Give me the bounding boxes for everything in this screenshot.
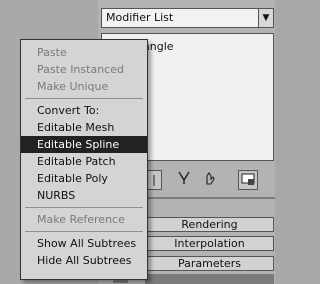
menu-item-make-reference: Make Reference xyxy=(37,213,125,226)
menu-heading-convert-to: Convert To: xyxy=(37,104,100,117)
rollout-rendering[interactable]: Rendering xyxy=(145,217,274,232)
menu-item-make-unique: Make Unique xyxy=(37,80,109,93)
menu-separator xyxy=(25,231,143,232)
configure-icon[interactable] xyxy=(238,170,258,190)
modifier-list-label: Modifier List xyxy=(106,11,174,24)
menu-item-hide-all-subtrees[interactable]: Hide All Subtrees xyxy=(21,252,147,269)
chevron-down-icon[interactable]: ▼ xyxy=(258,8,274,28)
menu-item-show-all-subtrees[interactable]: Show All Subtrees xyxy=(21,235,147,252)
menu-item-paste-instanced: Paste Instanced xyxy=(37,63,124,76)
menu-item-editable-mesh[interactable]: Editable Mesh xyxy=(21,119,147,136)
menu-item-nurbs[interactable]: NURBS xyxy=(21,187,147,204)
rollout-interpolation[interactable]: Interpolation xyxy=(145,236,274,251)
fork-icon[interactable] xyxy=(175,170,193,190)
menu-item-editable-spline[interactable]: Editable Spline xyxy=(21,136,147,153)
hand-icon[interactable] xyxy=(201,170,219,190)
rollout-content-edge xyxy=(145,274,274,284)
menu-item-editable-poly[interactable]: Editable Poly xyxy=(21,170,147,187)
menu-separator xyxy=(25,98,143,99)
menu-item-paste: Paste xyxy=(37,46,67,59)
context-menu: Paste Paste Instanced Make Unique Conver… xyxy=(20,39,148,280)
pin-stack-button[interactable]: | xyxy=(146,170,162,190)
menu-item-editable-patch[interactable]: Editable Patch xyxy=(21,153,147,170)
menu-separator xyxy=(25,207,143,208)
rollout-parameters[interactable]: Parameters xyxy=(145,256,274,271)
modifier-list-dropdown[interactable]: Modifier List xyxy=(101,8,259,28)
